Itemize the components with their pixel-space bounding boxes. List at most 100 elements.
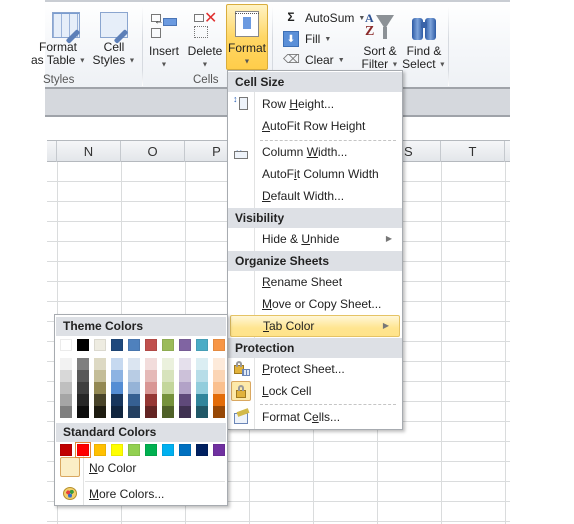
column-header-o[interactable]: O bbox=[121, 141, 185, 162]
theme-shade-swatch[interactable] bbox=[111, 370, 123, 382]
theme-shade-swatch[interactable] bbox=[196, 382, 208, 394]
theme-shade-swatch[interactable] bbox=[128, 382, 140, 394]
theme-color-swatch[interactable] bbox=[94, 339, 106, 351]
theme-shade-swatch[interactable] bbox=[162, 358, 174, 370]
menu-item-row-height[interactable]: ↕ Row Height... bbox=[228, 93, 402, 115]
theme-shade-swatch[interactable] bbox=[128, 370, 140, 382]
column-header-partial[interactable] bbox=[47, 141, 57, 162]
column-header-t[interactable]: T bbox=[441, 141, 505, 162]
menu-item-format-cells[interactable]: Format Cells... bbox=[228, 406, 402, 428]
theme-color-swatch[interactable] bbox=[128, 339, 140, 351]
standard-color-swatch[interactable] bbox=[213, 444, 225, 456]
theme-shade-swatch[interactable] bbox=[77, 406, 89, 418]
theme-shade-swatch[interactable] bbox=[111, 406, 123, 418]
theme-shade-swatch[interactable] bbox=[128, 394, 140, 406]
theme-shade-swatch[interactable] bbox=[77, 370, 89, 382]
theme-color-swatch[interactable] bbox=[111, 339, 123, 351]
menu-item-protect-sheet[interactable]: Protect Sheet... bbox=[228, 358, 402, 380]
delete-cells-button[interactable]: ✕ Delete ▼ bbox=[186, 6, 224, 71]
sort-filter-label: Sort & bbox=[363, 44, 397, 58]
no-color-option[interactable]: No Color bbox=[56, 456, 226, 480]
theme-shade-swatch[interactable] bbox=[162, 394, 174, 406]
theme-shade-swatch[interactable] bbox=[111, 394, 123, 406]
theme-shade-swatch[interactable] bbox=[128, 358, 140, 370]
theme-shade-swatch[interactable] bbox=[179, 358, 191, 370]
menu-item-rename-sheet[interactable]: Rename Sheet bbox=[228, 271, 402, 293]
theme-shade-swatch[interactable] bbox=[179, 370, 191, 382]
rename-sheet-label: Rename Sheet bbox=[262, 275, 343, 289]
theme-shade-swatch[interactable] bbox=[77, 358, 89, 370]
theme-shade-swatch[interactable] bbox=[60, 394, 72, 406]
insert-cells-button[interactable]: ← Insert ▼ bbox=[145, 6, 183, 71]
theme-color-swatch[interactable] bbox=[77, 339, 89, 351]
more-colors-option[interactable]: More Colors... bbox=[56, 482, 226, 506]
clear-button[interactable]: ⌫ Clear ▼ bbox=[283, 50, 345, 70]
theme-shade-swatch[interactable] bbox=[213, 382, 225, 394]
standard-color-swatch[interactable] bbox=[60, 444, 72, 456]
theme-shade-swatch[interactable] bbox=[111, 382, 123, 394]
theme-shade-swatch[interactable] bbox=[145, 370, 157, 382]
theme-shade-swatch[interactable] bbox=[94, 358, 106, 370]
theme-color-swatch[interactable] bbox=[179, 339, 191, 351]
menu-item-move-copy-sheet[interactable]: Move or Copy Sheet... bbox=[228, 293, 402, 315]
cell-styles-button[interactable]: Cell Styles ▼ bbox=[91, 6, 137, 67]
theme-shade-swatch[interactable] bbox=[60, 370, 72, 382]
theme-color-swatch[interactable] bbox=[213, 339, 225, 351]
standard-color-swatch[interactable] bbox=[179, 444, 191, 456]
theme-shade-swatch[interactable] bbox=[213, 406, 225, 418]
menu-item-autofit-row-height[interactable]: AutoFit Row Height bbox=[228, 115, 402, 137]
standard-color-swatch[interactable] bbox=[75, 442, 91, 458]
theme-color-swatch[interactable] bbox=[145, 339, 157, 351]
theme-shade-swatch[interactable] bbox=[196, 370, 208, 382]
theme-shade-swatch[interactable] bbox=[128, 406, 140, 418]
menu-item-tab-color[interactable]: Tab Color ▶ bbox=[230, 315, 400, 337]
theme-shade-swatch[interactable] bbox=[77, 382, 89, 394]
theme-shade-swatch[interactable] bbox=[60, 406, 72, 418]
theme-shade-swatch[interactable] bbox=[60, 358, 72, 370]
menu-item-autofit-column-width[interactable]: AutoFit Column Width bbox=[228, 163, 402, 185]
theme-color-swatch[interactable] bbox=[196, 339, 208, 351]
theme-shade-swatch[interactable] bbox=[145, 406, 157, 418]
menu-item-default-width[interactable]: Default Width... bbox=[228, 185, 402, 207]
theme-shade-swatch[interactable] bbox=[94, 370, 106, 382]
theme-shade-swatch[interactable] bbox=[196, 358, 208, 370]
find-select-button[interactable]: Find & Select ▼ bbox=[402, 6, 446, 71]
theme-shade-swatch[interactable] bbox=[162, 370, 174, 382]
standard-color-swatch[interactable] bbox=[145, 444, 157, 456]
menu-item-lock-cell[interactable]: Lock Cell bbox=[228, 380, 402, 402]
format-button[interactable]: Format ▼ bbox=[226, 4, 268, 70]
column-header-n[interactable]: N bbox=[57, 141, 121, 162]
theme-shade-swatch[interactable] bbox=[145, 382, 157, 394]
standard-color-swatch[interactable] bbox=[94, 444, 106, 456]
standard-color-swatch[interactable] bbox=[111, 444, 123, 456]
menu-item-column-width[interactable]: ↔ Column Width... bbox=[228, 141, 402, 163]
theme-shade-swatch[interactable] bbox=[145, 394, 157, 406]
standard-color-swatch[interactable] bbox=[128, 444, 140, 456]
theme-shade-swatch[interactable] bbox=[213, 394, 225, 406]
theme-shade-swatch[interactable] bbox=[60, 382, 72, 394]
theme-shade-swatch[interactable] bbox=[196, 394, 208, 406]
theme-shade-swatch[interactable] bbox=[145, 358, 157, 370]
theme-color-swatch[interactable] bbox=[162, 339, 174, 351]
theme-shade-swatch[interactable] bbox=[94, 406, 106, 418]
theme-shade-swatch[interactable] bbox=[162, 382, 174, 394]
theme-color-swatch[interactable] bbox=[60, 339, 72, 351]
theme-shade-swatch[interactable] bbox=[94, 382, 106, 394]
theme-shade-swatch[interactable] bbox=[196, 406, 208, 418]
theme-shade-swatch[interactable] bbox=[213, 358, 225, 370]
theme-shade-swatch[interactable] bbox=[213, 370, 225, 382]
theme-shade-swatch[interactable] bbox=[162, 406, 174, 418]
format-as-table-button[interactable]: Format as Table ▼ bbox=[31, 6, 87, 67]
theme-shade-swatch[interactable] bbox=[94, 394, 106, 406]
fill-button[interactable]: ⬇ Fill ▼ bbox=[283, 29, 331, 49]
autosum-button[interactable]: Σ AutoSum ▼ bbox=[283, 8, 365, 28]
sort-filter-button[interactable]: A Z Sort & Filter ▼ bbox=[358, 6, 402, 71]
theme-shade-swatch[interactable] bbox=[179, 394, 191, 406]
theme-shade-swatch[interactable] bbox=[179, 406, 191, 418]
theme-shade-swatch[interactable] bbox=[179, 382, 191, 394]
menu-item-hide-unhide[interactable]: Hide & Unhide ▶ bbox=[228, 228, 402, 250]
theme-shade-swatch[interactable] bbox=[77, 394, 89, 406]
theme-shade-swatch[interactable] bbox=[111, 358, 123, 370]
standard-color-swatch[interactable] bbox=[196, 444, 208, 456]
standard-color-swatch[interactable] bbox=[162, 444, 174, 456]
